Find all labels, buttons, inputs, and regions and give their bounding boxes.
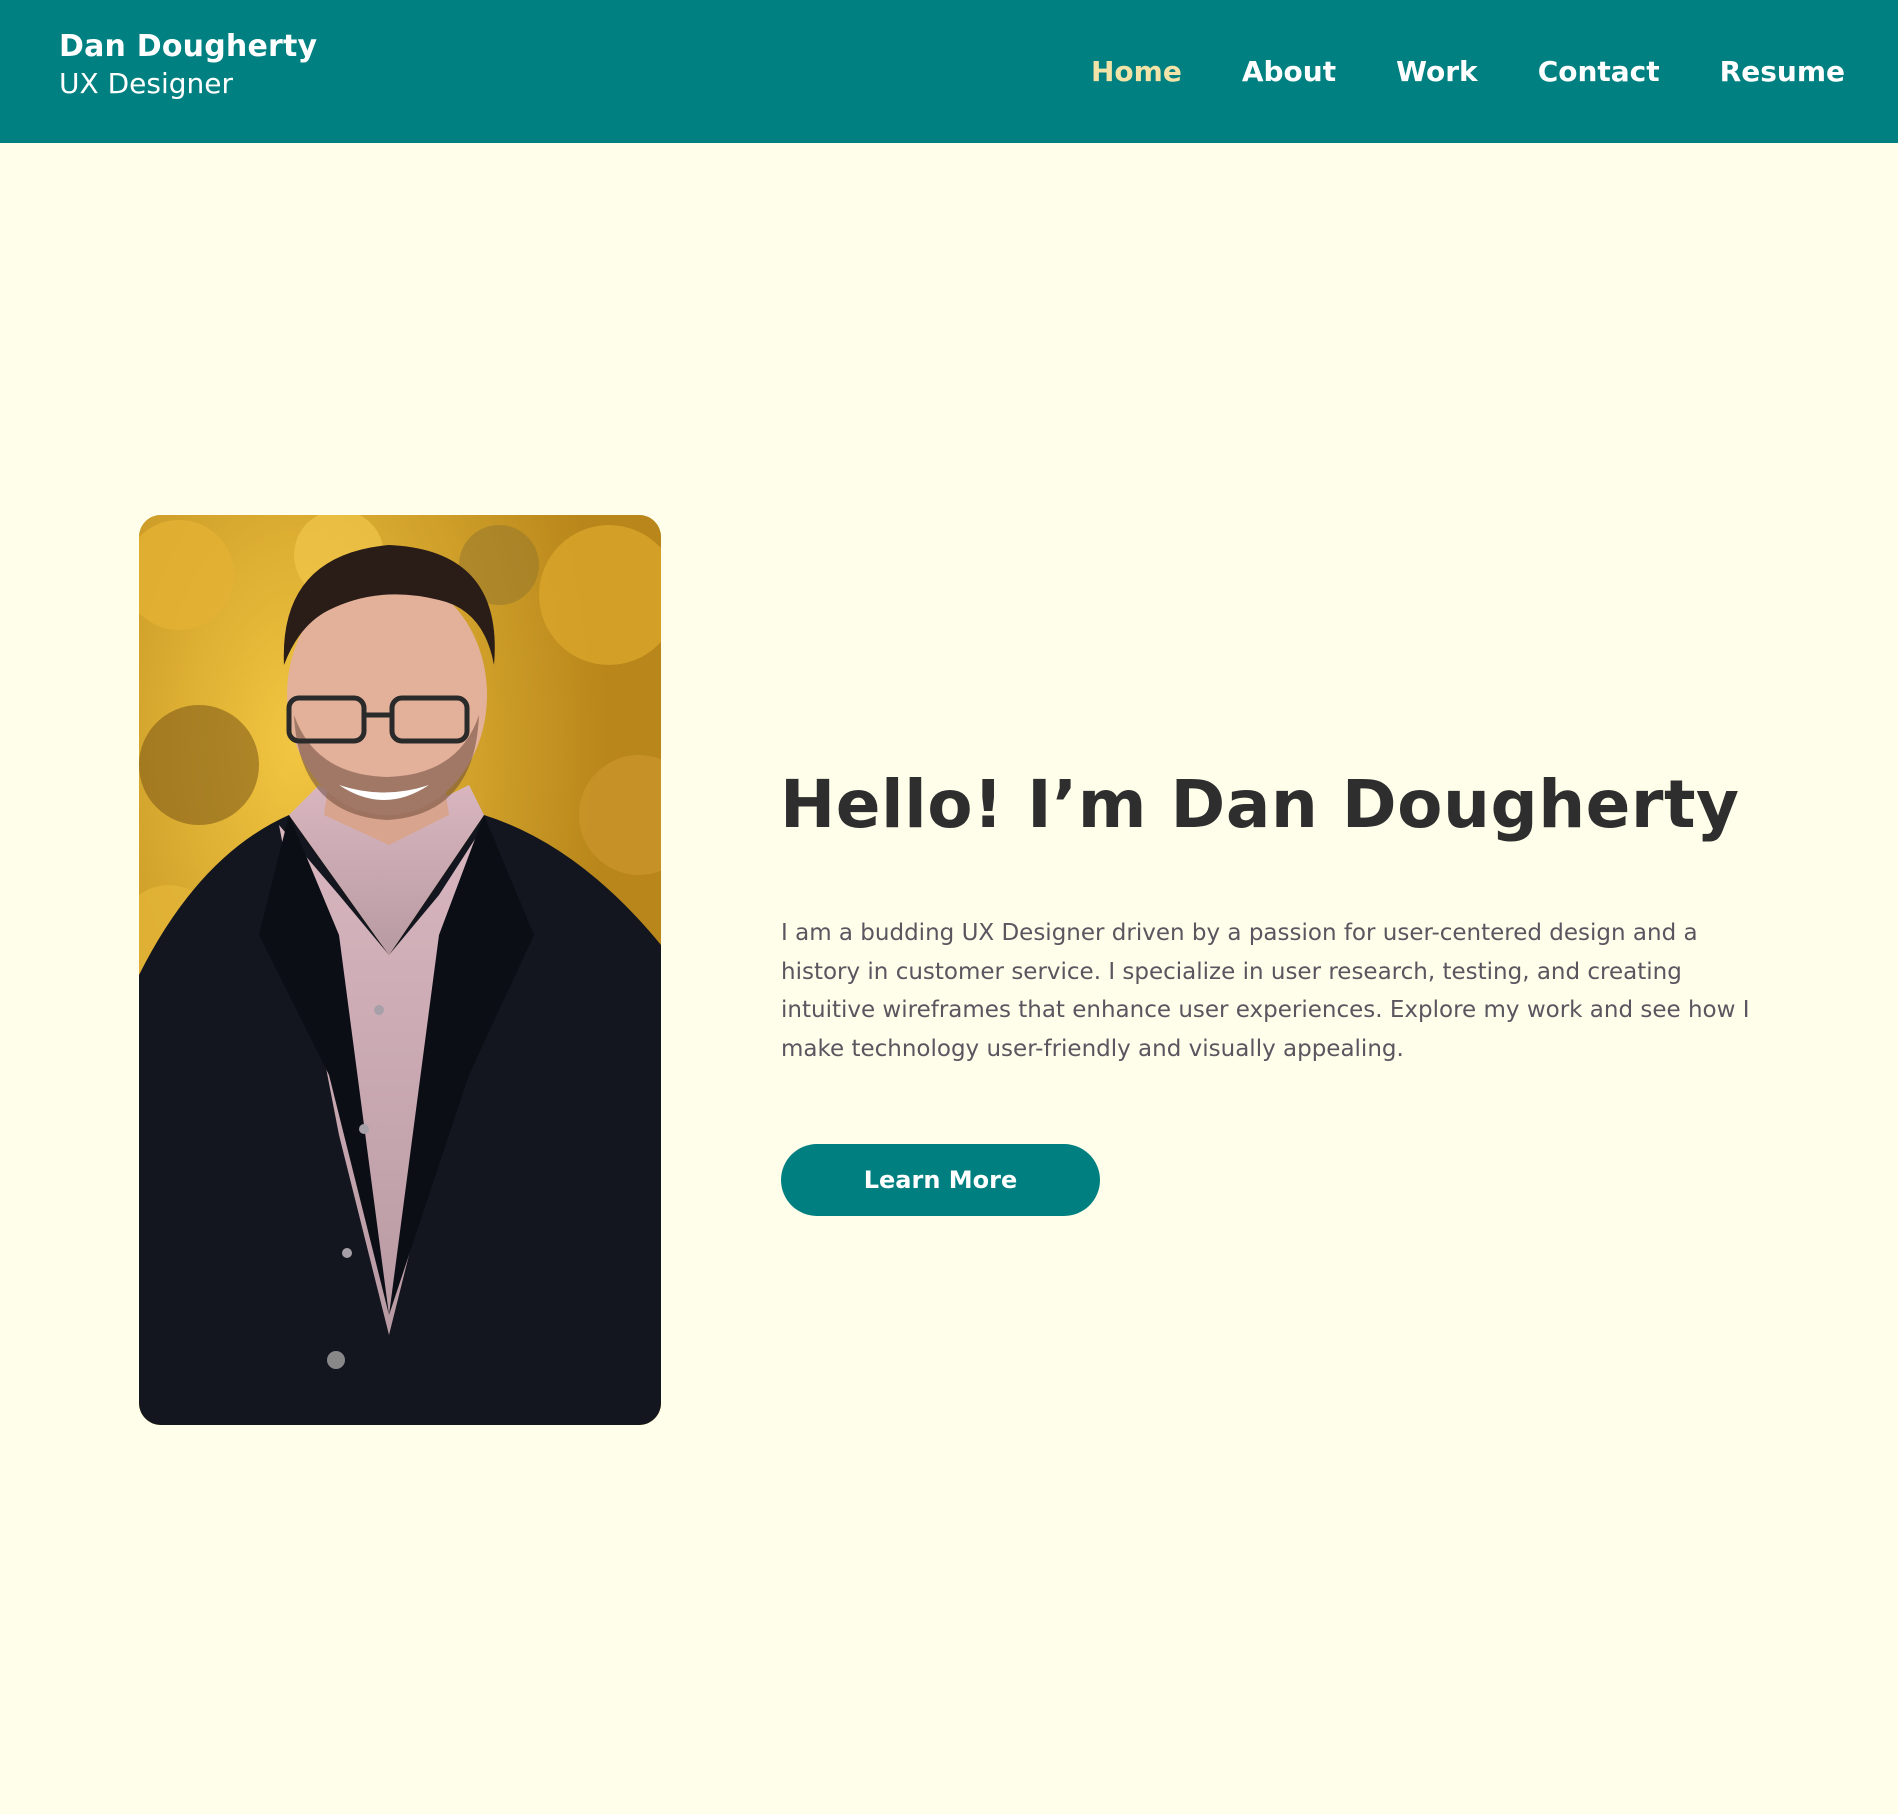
learn-more-button[interactable]: Learn More bbox=[781, 1144, 1100, 1216]
profile-photo bbox=[139, 515, 661, 1425]
brand[interactable]: Dan Dougherty UX Designer bbox=[59, 28, 317, 102]
portrait-illustration bbox=[139, 515, 661, 1425]
nav-home-link[interactable]: Home bbox=[1091, 52, 1182, 92]
brand-role: UX Designer bbox=[59, 67, 233, 100]
nav-contact-link[interactable]: Contact bbox=[1538, 52, 1660, 92]
nav-work-link[interactable]: Work bbox=[1396, 52, 1478, 92]
nav-resume-link[interactable]: Resume bbox=[1720, 52, 1845, 92]
nav-about-link[interactable]: About bbox=[1242, 52, 1336, 92]
site-header: Dan Dougherty UX Designer Home About Wor… bbox=[0, 0, 1898, 143]
hero-title: Hello! I’m Dan Dougherty bbox=[780, 766, 1740, 843]
main-nav: Home About Work Contact Resume bbox=[1091, 52, 1845, 92]
brand-name[interactable]: Dan Dougherty bbox=[59, 28, 317, 66]
hero-description: I am a budding UX Designer driven by a p… bbox=[781, 920, 1750, 1062]
